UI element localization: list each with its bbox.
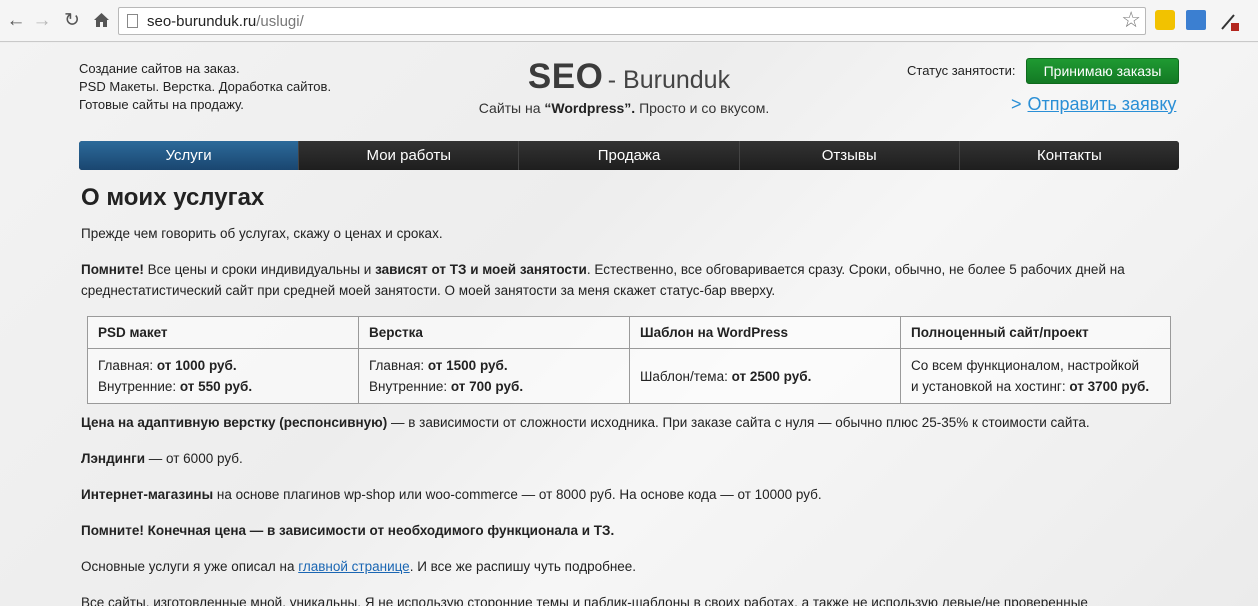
extension-tool-icon[interactable] [1219,10,1239,31]
table-cell: Шаблон/тема: от 2500 руб. [629,348,901,404]
table-header: Полноценный сайт/проект [900,316,1171,349]
menu-item-works[interactable]: Мои работы [299,141,520,170]
extension-folder-icon[interactable] [1186,10,1206,30]
address-bar[interactable]: seo-burunduk.ru/uslugi/ ☆ [118,7,1146,35]
table-cell: Главная: от 1500 руб. Внутренние: от 700… [358,348,630,404]
browser-toolbar: ← → ↻ seo-burunduk.ru/uslugi/ ☆ [0,0,1258,42]
final-price-note: Помните! Конечная цена — в зависимости о… [81,523,615,538]
menu-item-sale[interactable]: Продажа [519,141,740,170]
table-cell: Главная: от 1000 руб. Внутренние: от 550… [87,348,359,404]
shop-paragraph: Интернет-магазины на основе плагинов wp-… [81,487,822,502]
table-header: Верстка [358,316,630,349]
page-icon [127,14,138,28]
status-label: Статус занятости: [907,63,1016,78]
table-cell: Со всем функционалом, настройкой и устан… [900,348,1171,404]
url-text: seo-burunduk.ru/uslugi/ [147,13,304,30]
bookmark-star-icon[interactable]: ☆ [1121,9,1141,31]
services-paragraph: Основные услуги я уже описал на главной … [81,559,637,574]
status-button[interactable]: Принимаю заказы [1026,58,1179,84]
request-link-text[interactable]: Отправить заявку [1028,94,1177,114]
table-header: PSD макет [87,316,359,349]
menu-item-services[interactable]: Услуги [79,141,300,170]
home-icon[interactable] [89,8,113,32]
landing-paragraph: Лэндинги — от 6000 руб. [81,451,243,466]
logo-seo: SEO [527,57,604,96]
page-title: О моих услугах [81,184,265,211]
request-link[interactable]: > Отправить заявку [1011,94,1176,115]
unique-paragraph: Все сайты, изготовленные мной, уникальны… [81,595,1088,606]
reload-icon[interactable]: ↻ [60,8,84,32]
menu-item-contacts[interactable]: Контакты [959,141,1179,170]
forward-arrow-icon[interactable]: → [30,8,54,32]
main-page-link[interactable]: главной странице [298,559,409,574]
request-arrow: > [1011,94,1022,114]
intro-text: Прежде чем говорить об услугах, скажу о … [81,226,443,241]
logo-brand: - Burunduk [607,66,731,94]
menu-item-reviews[interactable]: Отзывы [739,141,960,170]
table-row: Главная: от 1000 руб. Внутренние: от 550… [87,348,1171,404]
table-header-row: PSD макет Верстка Шаблон на WordPress По… [87,316,1171,349]
extension-star-icon[interactable] [1155,10,1175,30]
table-header: Шаблон на WordPress [629,316,901,349]
price-table: PSD макет Верстка Шаблон на WordPress По… [87,316,1171,404]
note-paragraph: Помните! Все цены и сроки индивидуальны … [81,262,1125,298]
back-arrow-icon[interactable]: ← [4,8,28,32]
adaptive-paragraph: Цена на адаптивную верстку (респонсивную… [81,415,1090,430]
page-body: Создание сайтов на заказ. PSD Макеты. Ве… [0,43,1258,606]
main-menu: Услуги Мои работы Продажа Отзывы Контакт… [79,141,1179,170]
